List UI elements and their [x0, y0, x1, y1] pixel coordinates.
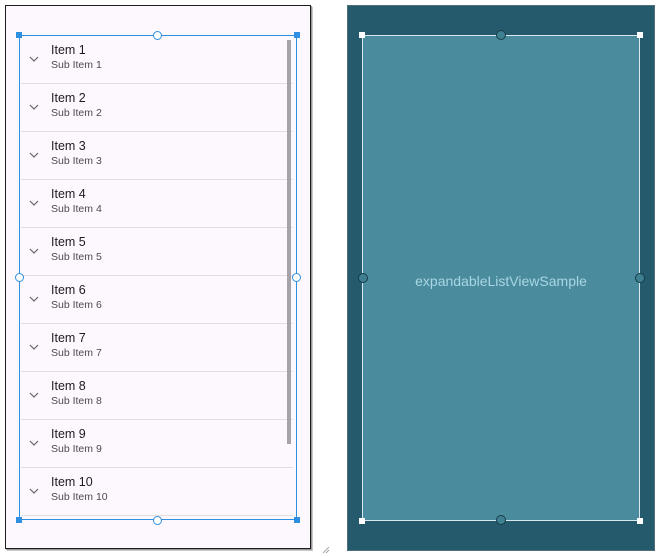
blueprint-constraint-right[interactable] — [635, 273, 645, 283]
blueprint-view-id: expandableListViewSample — [415, 273, 587, 289]
item-title: Item 10 — [51, 475, 93, 489]
item-title: Item 7 — [51, 331, 86, 345]
resize-handle-bottom-right[interactable] — [294, 517, 300, 523]
constraint-handle-bottom[interactable] — [153, 516, 162, 525]
list-item[interactable]: Item 2 Sub Item 2 — [21, 84, 293, 132]
resize-handle-bottom-left[interactable] — [16, 517, 22, 523]
list-item[interactable]: Item 9 Sub Item 9 — [21, 420, 293, 468]
item-subtitle: Sub Item 1 — [51, 59, 102, 71]
constraint-handle-right[interactable] — [292, 273, 301, 282]
chevron-down-icon[interactable] — [28, 486, 40, 496]
chevron-down-icon[interactable] — [28, 390, 40, 400]
item-subtitle: Sub Item 3 — [51, 155, 102, 167]
item-title: Item 5 — [51, 235, 86, 249]
blueprint-handle-bottom-right[interactable] — [637, 518, 643, 524]
list-scrollbar[interactable] — [287, 40, 291, 444]
chevron-down-icon[interactable] — [28, 102, 40, 112]
chevron-down-icon[interactable] — [28, 198, 40, 208]
resize-handle-top-left[interactable] — [16, 32, 22, 38]
item-subtitle: Sub Item 10 — [51, 491, 108, 503]
constraint-handle-top[interactable] — [153, 31, 162, 40]
list-item[interactable]: Item 6 Sub Item 6 — [21, 276, 293, 324]
item-subtitle: Sub Item 2 — [51, 107, 102, 119]
item-title: Item 9 — [51, 427, 86, 441]
item-subtitle: Sub Item 8 — [51, 395, 102, 407]
item-subtitle: Sub Item 5 — [51, 251, 102, 263]
blueprint-handle-bottom-left[interactable] — [359, 518, 365, 524]
constraint-handle-left[interactable] — [15, 273, 24, 282]
design-surface[interactable]: Item 1 Sub Item 1 Item 2 Sub Item 2 Item… — [5, 5, 311, 549]
item-title: Item 3 — [51, 139, 86, 153]
list-item[interactable]: Item 1 Sub Item 1 — [21, 36, 293, 84]
blueprint-constraint-top[interactable] — [496, 30, 506, 40]
chevron-down-icon[interactable] — [28, 294, 40, 304]
list-item[interactable]: Item 5 Sub Item 5 — [21, 228, 293, 276]
item-title: Item 1 — [51, 43, 86, 57]
item-subtitle: Sub Item 9 — [51, 443, 102, 455]
chevron-down-icon[interactable] — [28, 150, 40, 160]
blueprint-constraint-left[interactable] — [358, 273, 368, 283]
chevron-down-icon[interactable] — [28, 342, 40, 352]
list-item[interactable]: Item 8 Sub Item 8 — [21, 372, 293, 420]
item-title: Item 8 — [51, 379, 86, 393]
item-subtitle: Sub Item 6 — [51, 299, 102, 311]
item-subtitle: Sub Item 4 — [51, 203, 102, 215]
list-item[interactable]: Item 4 Sub Item 4 — [21, 180, 293, 228]
resize-grip-icon[interactable] — [322, 546, 330, 554]
chevron-down-icon[interactable] — [28, 54, 40, 64]
chevron-down-icon[interactable] — [28, 246, 40, 256]
blueprint-constraint-bottom[interactable] — [496, 515, 506, 525]
expandable-list-view[interactable]: Item 1 Sub Item 1 Item 2 Sub Item 2 Item… — [21, 36, 299, 522]
list-item[interactable]: Item 7 Sub Item 7 — [21, 324, 293, 372]
item-title: Item 4 — [51, 187, 86, 201]
resize-handle-top-right[interactable] — [294, 32, 300, 38]
item-subtitle: Sub Item 7 — [51, 347, 102, 359]
list-item[interactable]: Item 3 Sub Item 3 — [21, 132, 293, 180]
item-title: Item 6 — [51, 283, 86, 297]
blueprint-handle-top-right[interactable] — [637, 32, 643, 38]
blueprint-handle-top-left[interactable] — [359, 32, 365, 38]
list-item[interactable]: Item 10 Sub Item 10 — [21, 468, 293, 516]
item-title: Item 2 — [51, 91, 86, 105]
chevron-down-icon[interactable] — [28, 438, 40, 448]
